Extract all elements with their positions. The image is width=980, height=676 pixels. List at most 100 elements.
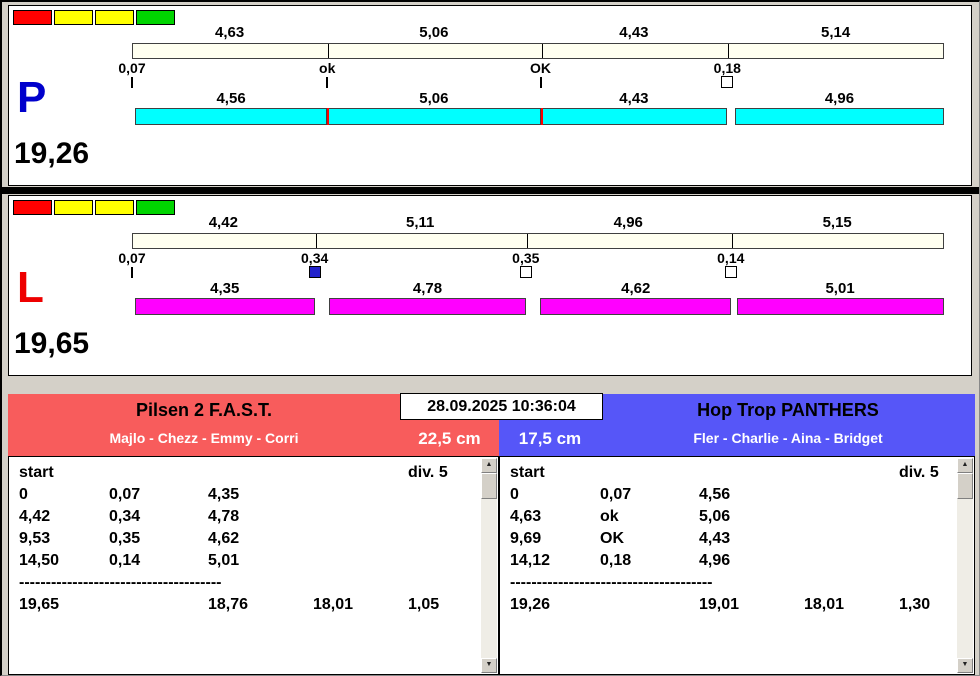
summary-diff: 1,30 xyxy=(899,596,931,613)
run-time-label: 4,96 xyxy=(824,90,855,107)
table-separator: -------------------------------------- xyxy=(19,574,222,591)
status-light-1 xyxy=(13,200,52,215)
cell-run-time: 5,06 xyxy=(699,508,731,525)
run-time-bar xyxy=(134,298,315,315)
run-time-bar xyxy=(328,298,527,315)
table-separator: -------------------------------------- xyxy=(510,574,713,591)
summary-total: 19,65 xyxy=(19,596,60,613)
summary-diff: 1,05 xyxy=(408,596,440,613)
run-time-label: 4,56 xyxy=(216,90,246,107)
leg-time-label: 5,14 xyxy=(821,24,851,41)
change-time-label: ok xyxy=(319,60,336,76)
leg-divider xyxy=(731,234,733,248)
cell-start-time: 4,63 xyxy=(510,508,542,525)
change-time-label: 0,07 xyxy=(118,60,146,76)
table-header-div: div. 5 xyxy=(899,464,939,481)
run-bar-junction xyxy=(327,108,330,125)
triangle-up-icon: ▲ xyxy=(485,461,493,468)
triangle-down-icon: ▼ xyxy=(961,661,969,668)
change-marker-square xyxy=(724,266,737,278)
table-header-start: start xyxy=(19,464,54,481)
run-time-label: 4,35 xyxy=(210,280,240,297)
summary-sum-runs: 19,01 xyxy=(699,596,740,613)
leg-time-label: 4,42 xyxy=(208,214,238,231)
scroll-down-button[interactable]: ▼ xyxy=(957,658,973,673)
change-time-label: 0,18 xyxy=(713,60,741,76)
change-marker-tick xyxy=(326,77,329,88)
cell-start-time: 0 xyxy=(510,486,519,503)
run-time-label: 5,01 xyxy=(825,280,855,297)
table-header-start: start xyxy=(510,464,545,481)
leg-divider xyxy=(315,234,317,248)
change-marker-tick xyxy=(131,77,133,88)
summary-total: 19,26 xyxy=(510,596,551,613)
triangle-up-icon: ▲ xyxy=(961,461,969,468)
cell-run-time: 4,62 xyxy=(208,530,240,547)
timestamp: 28.09.2025 10:36:04 xyxy=(400,393,603,420)
run-time-bar xyxy=(327,108,541,125)
change-marker-square xyxy=(308,266,321,278)
lane-total-time: 19,26 xyxy=(14,137,90,170)
lane-divider xyxy=(2,187,979,194)
cell-change-time: 0,07 xyxy=(600,486,632,503)
cell-change-time: ok xyxy=(600,508,619,525)
team-members-right: Fler - Charlie - Aina - Bridget xyxy=(693,430,883,446)
cell-run-time: 4,56 xyxy=(699,486,731,503)
cell-change-time: 0,34 xyxy=(109,508,141,525)
cell-change-time: 0,07 xyxy=(109,486,141,503)
change-marker-square xyxy=(519,266,532,278)
run-time-bar xyxy=(736,298,944,315)
leg-divider xyxy=(541,44,543,58)
app-window: P 19,26 4,63 0,07 4,56 5,06 ok 5,06 4,43 OK 4,43 5,… xyxy=(0,0,980,676)
cell-start-time: 9,69 xyxy=(510,530,542,547)
result-table-left: ▲ ▼ start div. 5 0 0,07 4,35 4,42 0,34 4,78 9,53… xyxy=(8,456,499,675)
result-table-right: ▲ ▼ start div. 5 0 0,07 4,56 4,63 ok 5,06 9,69 OK… xyxy=(499,456,975,675)
change-time-label: 0,07 xyxy=(118,250,146,266)
leg-duration-bar xyxy=(132,43,944,59)
distance-left: 22,5 cm xyxy=(418,429,481,448)
lane-letter-L: L xyxy=(17,263,44,312)
status-light-3 xyxy=(95,200,134,215)
cell-run-time: 4,96 xyxy=(699,552,731,569)
distance-right: 17,5 cm xyxy=(518,429,582,448)
leg-divider xyxy=(526,234,528,248)
run-time-bar xyxy=(540,108,728,125)
cell-change-time: 0,14 xyxy=(109,552,141,569)
change-marker-tick xyxy=(131,267,133,278)
cell-start-time: 14,12 xyxy=(510,552,551,569)
leg-time-label: 5,11 xyxy=(406,214,435,231)
cell-start-time: 14,50 xyxy=(19,552,60,569)
team-members-left: Majlo - Chezz - Emmy - Corri xyxy=(109,430,299,446)
cell-run-time: 4,78 xyxy=(208,508,240,525)
scroll-thumb[interactable] xyxy=(481,473,497,499)
triangle-down-icon: ▼ xyxy=(485,661,493,668)
vertical-scrollbar[interactable]: ▲ ▼ xyxy=(957,458,973,673)
change-time-label: 0,35 xyxy=(512,250,540,266)
leg-time-label: 4,63 xyxy=(214,24,245,41)
run-time-bar xyxy=(134,108,328,125)
cell-run-time: 4,35 xyxy=(208,486,240,503)
leg-time-label: 5,06 xyxy=(419,24,449,41)
run-time-label: 5,06 xyxy=(419,90,449,107)
vertical-scrollbar[interactable]: ▲ ▼ xyxy=(481,458,497,673)
scroll-thumb[interactable] xyxy=(957,473,973,499)
leg-duration-bar xyxy=(132,233,944,249)
leg-divider xyxy=(328,44,330,58)
cell-change-time: 0,35 xyxy=(109,530,141,547)
run-time-bar xyxy=(540,298,732,315)
cell-run-time: 4,43 xyxy=(699,530,731,547)
summary-reference: 18,01 xyxy=(804,596,845,613)
run-bar-junction xyxy=(540,108,543,125)
leg-divider xyxy=(728,44,730,58)
status-light-2 xyxy=(54,200,93,215)
scroll-up-button[interactable]: ▲ xyxy=(481,458,497,473)
table-header-div: div. 5 xyxy=(408,464,448,481)
run-time-label: 4,43 xyxy=(619,90,649,107)
status-light-2 xyxy=(54,10,93,25)
scroll-up-button[interactable]: ▲ xyxy=(957,458,973,473)
change-marker-square xyxy=(721,76,734,88)
change-marker-tick xyxy=(539,77,542,88)
scroll-down-button[interactable]: ▼ xyxy=(481,658,497,673)
run-time-label: 4,62 xyxy=(621,280,651,297)
team-name-left: Pilsen 2 F.A.S.T. xyxy=(135,400,273,420)
